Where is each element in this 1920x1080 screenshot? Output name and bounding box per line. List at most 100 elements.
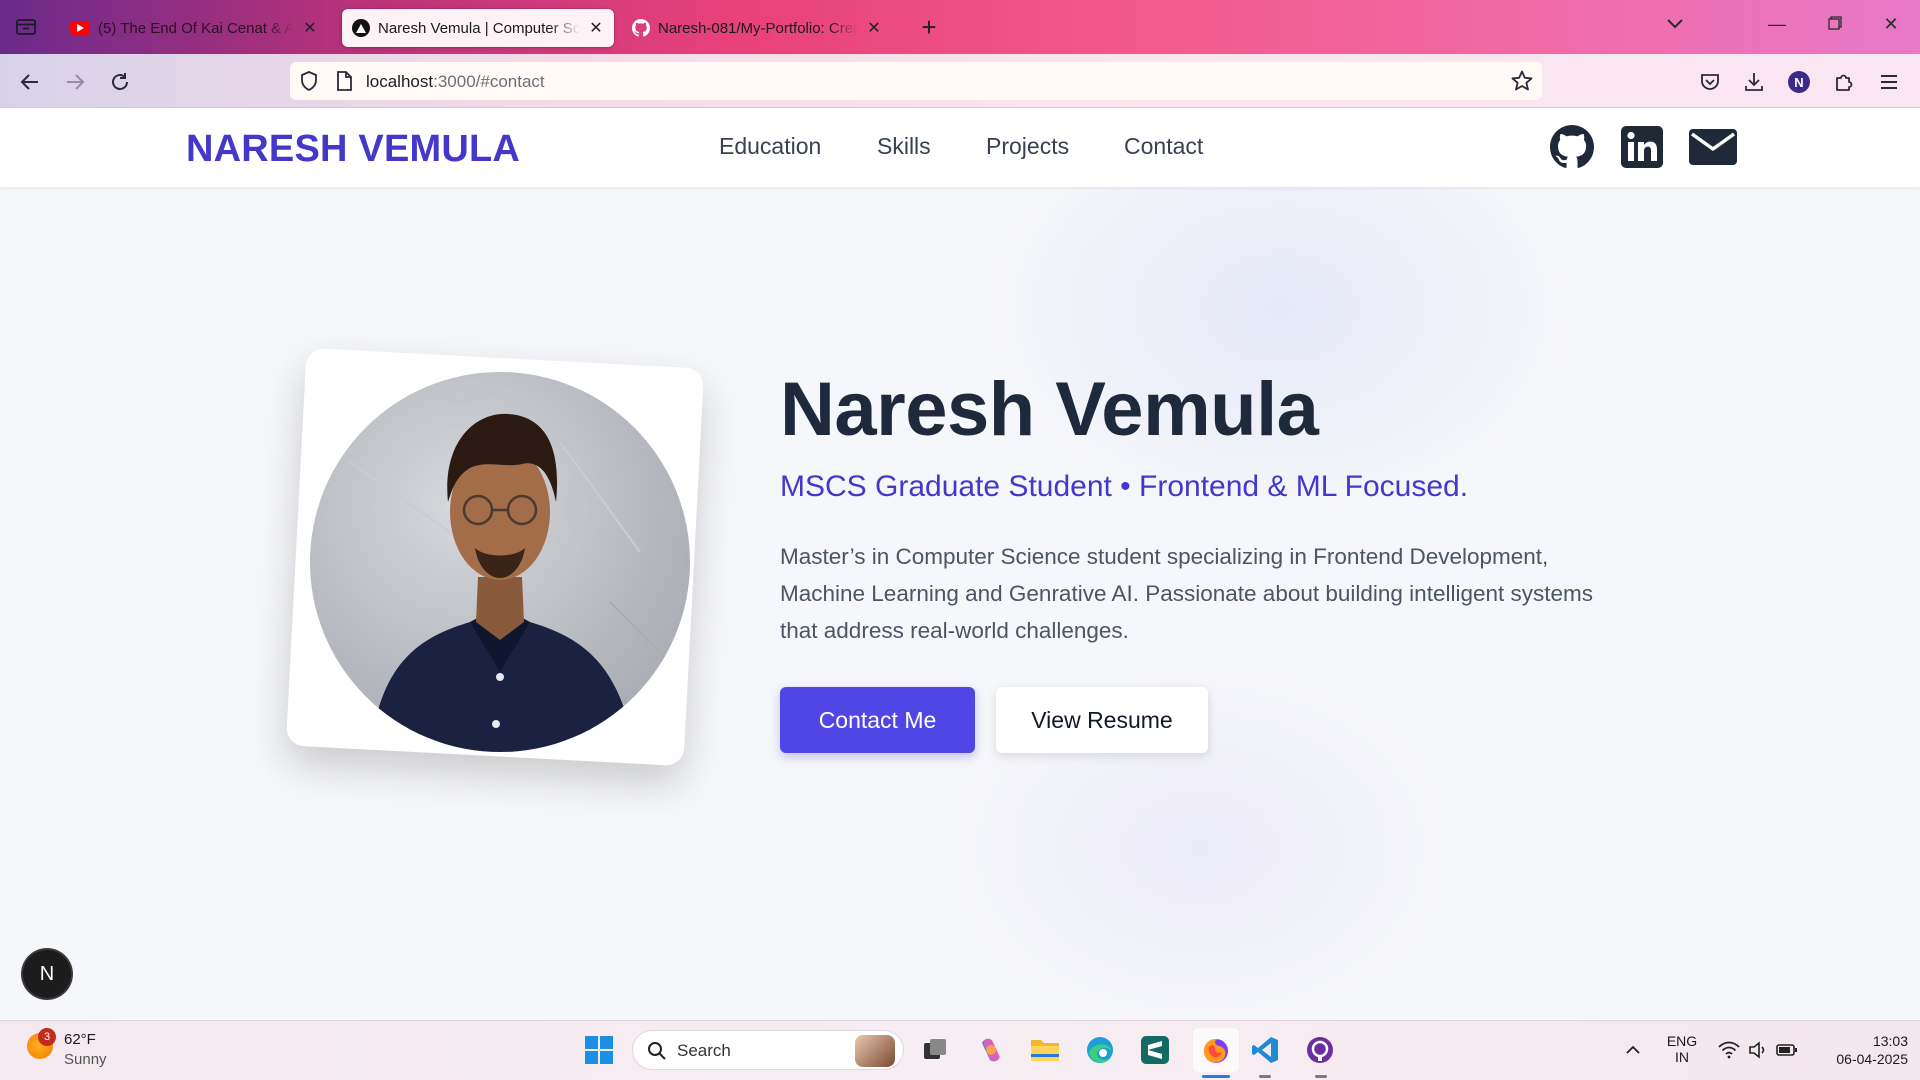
url-host: localhost — [366, 72, 434, 91]
address-bar[interactable]: localhost:3000/#contact — [290, 62, 1542, 100]
nav-link-projects[interactable]: Projects — [986, 133, 1069, 160]
sublime-text-icon — [1141, 1036, 1169, 1064]
wifi-icon — [1718, 1041, 1740, 1059]
weather-temperature: 62°F — [64, 1031, 96, 1048]
contact-me-button[interactable]: Contact Me — [780, 687, 975, 753]
forward-button[interactable] — [60, 67, 90, 97]
close-tab-icon[interactable]: ✕ — [588, 18, 604, 38]
task-view-icon — [924, 1039, 946, 1059]
clock-date: 06-04-2025 — [1836, 1051, 1908, 1067]
browser-tab-bar: (5) The End Of Kai Cenat & Age ✕ Naresh … — [0, 0, 1920, 54]
language-code: ENG — [1666, 1033, 1698, 1049]
tab-list-icon — [16, 19, 36, 35]
page-info-icon[interactable] — [334, 70, 354, 97]
clock[interactable]: 13:03 06-04-2025 — [1812, 1033, 1908, 1067]
nav-link-contact[interactable]: Contact — [1124, 133, 1203, 160]
search-highlight-image — [855, 1035, 895, 1067]
input-language[interactable]: ENG IN — [1664, 1033, 1700, 1065]
windows-taskbar: 3 62°F Sunny Search ENG IN 13:03 06-04-2… — [0, 1020, 1920, 1080]
clock-time: 13:03 — [1872, 1033, 1908, 1049]
list-all-tabs-chevron-icon[interactable] — [1660, 14, 1690, 35]
profile-photo — [310, 372, 690, 752]
github-icon — [1550, 125, 1594, 168]
back-button[interactable] — [15, 67, 45, 97]
linkedin-icon — [1621, 126, 1663, 168]
new-tab-button[interactable]: + — [913, 12, 945, 42]
show-hidden-icons-button[interactable] — [1615, 1033, 1651, 1067]
youtube-icon — [70, 21, 90, 35]
site-brand[interactable]: NARESH VEMULA — [186, 128, 520, 171]
extensions-button[interactable] — [1829, 67, 1859, 97]
tab-title: Naresh-081/My-Portfolio: Creat — [658, 19, 858, 37]
speaker-icon — [1749, 1041, 1765, 1059]
copilot-app[interactable] — [974, 1033, 1008, 1067]
nav-link-education[interactable]: Education — [719, 133, 821, 160]
view-resume-button[interactable]: View Resume — [996, 687, 1208, 753]
vercel-triangle-icon — [352, 19, 370, 37]
start-button[interactable] — [582, 1033, 616, 1067]
edge-browser-icon — [1087, 1037, 1113, 1063]
notification-badge: 3 — [38, 1028, 56, 1046]
search-label: Search — [677, 1041, 731, 1060]
reload-button[interactable] — [105, 67, 135, 97]
back-arrow-icon — [20, 74, 38, 90]
nav-link-skills[interactable]: Skills — [877, 133, 931, 160]
browser-navigation-bar: localhost:3000/#contact N — [0, 54, 1920, 108]
file-explorer-app[interactable] — [1028, 1033, 1062, 1067]
edge-app[interactable] — [1083, 1033, 1117, 1067]
reload-icon — [112, 73, 128, 90]
tab-github[interactable]: Naresh-081/My-Portfolio: Creat ✕ — [622, 9, 892, 47]
region-code: IN — [1675, 1049, 1689, 1065]
close-tab-icon[interactable]: ✕ — [302, 18, 318, 38]
puzzle-icon — [1836, 74, 1853, 91]
hero-description: Master’s in Computer Science student spe… — [780, 544, 1593, 643]
site-header: NARESH VEMULA Education Skills Projects … — [0, 108, 1920, 187]
url-text[interactable]: localhost:3000/#contact — [366, 72, 545, 92]
copilot-icon — [982, 1038, 1000, 1062]
taskbar-search[interactable]: Search — [632, 1030, 904, 1070]
tab-title: (5) The End Of Kai Cenat & Age — [98, 19, 294, 37]
pocket-icon — [1701, 74, 1719, 90]
vscode-app[interactable] — [1248, 1033, 1282, 1067]
running-app-indicator — [1315, 1075, 1327, 1078]
email-link[interactable] — [1688, 124, 1738, 170]
linkedin-link[interactable] — [1619, 124, 1665, 170]
running-app-indicator — [1259, 1075, 1271, 1078]
portfolio-page: NARESH VEMULA Education Skills Projects … — [0, 108, 1920, 1020]
tracking-protection-shield-icon[interactable] — [298, 70, 320, 97]
github-desktop-app[interactable] — [1303, 1033, 1337, 1067]
system-tray-quick-settings[interactable] — [1710, 1033, 1806, 1067]
pocket-button[interactable] — [1695, 67, 1725, 97]
mail-icon — [1689, 129, 1737, 165]
url-path: :3000/#contact — [433, 72, 545, 91]
vscode-icon — [1252, 1037, 1278, 1063]
firefox-app-active[interactable] — [1193, 1028, 1239, 1072]
battery-icon — [1776, 1044, 1797, 1056]
github-icon — [632, 19, 650, 37]
windows-logo-icon — [585, 1036, 613, 1064]
minimize-window-icon[interactable]: — — [1762, 14, 1792, 35]
profile-avatar: N — [1788, 71, 1810, 93]
restore-window-icon[interactable] — [1820, 14, 1850, 35]
github-desktop-icon — [1307, 1037, 1333, 1063]
search-icon — [648, 1042, 666, 1060]
sublime-app[interactable] — [1138, 1033, 1172, 1067]
hero-name: Naresh Vemula — [780, 367, 1319, 452]
account-button[interactable]: N — [1784, 67, 1814, 97]
tab-list-button[interactable] — [0, 0, 52, 54]
folder-icon — [1031, 1040, 1059, 1061]
app-menu-button[interactable] — [1874, 67, 1904, 97]
tab-youtube[interactable]: (5) The End Of Kai Cenat & Age ✕ — [60, 9, 328, 47]
hero-subtitle: MSCS Graduate Student • Frontend & ML Fo… — [780, 470, 1469, 503]
tab-title: Naresh Vemula | Computer Scie — [378, 19, 580, 37]
downloads-button[interactable] — [1739, 67, 1769, 97]
chevron-up-icon — [1626, 1045, 1640, 1054]
tab-portfolio[interactable]: Naresh Vemula | Computer Scie ✕ — [342, 9, 614, 47]
github-link[interactable] — [1549, 124, 1595, 170]
task-view-button[interactable] — [918, 1033, 952, 1067]
nextjs-dev-indicator[interactable]: N — [23, 950, 71, 998]
weather-condition: Sunny — [64, 1051, 107, 1068]
close-tab-icon[interactable]: ✕ — [866, 18, 882, 38]
bookmark-star-icon[interactable] — [1510, 69, 1534, 98]
close-window-icon[interactable]: ✕ — [1876, 14, 1906, 35]
